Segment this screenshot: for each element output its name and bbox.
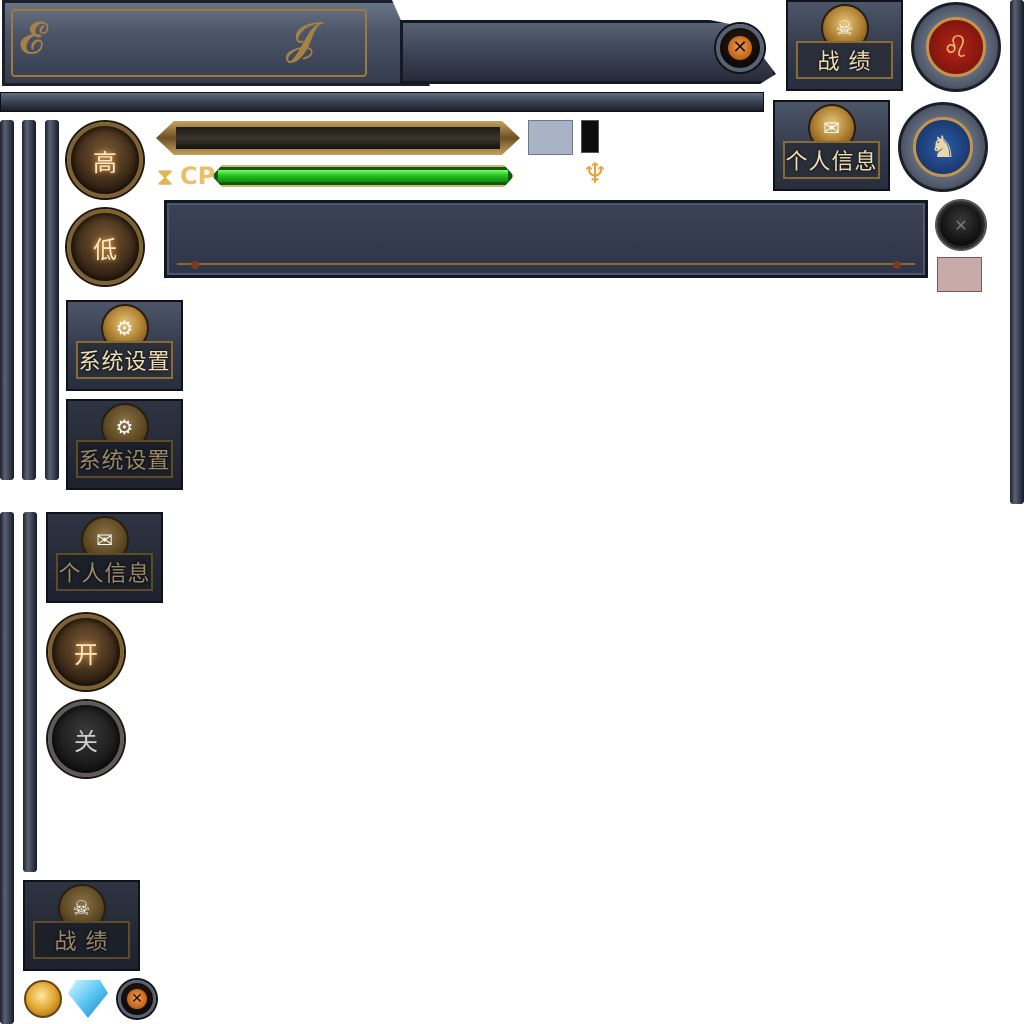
- ornate-bar-track: [176, 127, 500, 149]
- profile-label-disabled: 个人信息: [56, 553, 153, 591]
- low-label: 低: [93, 235, 117, 264]
- close-button-disabled[interactable]: ✕: [937, 201, 985, 249]
- profile-label: 个人信息: [783, 141, 880, 179]
- battle-record-label: 战 绩: [796, 41, 893, 79]
- close-icon: ✕: [127, 989, 147, 1009]
- panel-stud-left: [191, 261, 199, 269]
- ornament-left: 𝓔: [19, 13, 45, 64]
- panel-gold-trim: [177, 263, 915, 265]
- left-rail-lower-1: [0, 512, 14, 1024]
- profile-button-disabled[interactable]: ✉ 个人信息: [46, 512, 163, 603]
- close-icon: ✕: [727, 35, 753, 61]
- title-bar: 𝓔 𝓙: [2, 0, 430, 86]
- cp-bar: [212, 165, 514, 187]
- wide-frame-panel: [164, 200, 928, 278]
- battle-record-button[interactable]: ☠ 战 绩: [786, 0, 903, 91]
- on-label: 开: [74, 640, 98, 669]
- lion-emblem-icon: ♌: [926, 17, 986, 77]
- left-rail-lower-2: [23, 512, 37, 872]
- profile-button[interactable]: ✉ 个人信息: [773, 100, 890, 191]
- hourglass-icon: ⧗: [156, 163, 174, 191]
- low-quality-button[interactable]: 低: [67, 209, 143, 285]
- right-rail: [1010, 0, 1024, 504]
- dragon-emblem[interactable]: ♞: [898, 102, 988, 192]
- high-quality-button[interactable]: 高: [67, 122, 143, 198]
- swatch-blue-grey: [528, 120, 573, 155]
- diamond-icon: [68, 980, 108, 1018]
- on-button[interactable]: 开: [48, 614, 124, 690]
- panel-stud-right: [893, 261, 901, 269]
- ornament-right: 𝓙: [285, 13, 316, 64]
- left-rail-2: [22, 120, 36, 480]
- system-settings-button[interactable]: ⚙ 系统设置: [66, 300, 183, 391]
- close-button-small[interactable]: ✕: [118, 980, 156, 1018]
- cp-bar-fill: [218, 170, 508, 182]
- horizontal-rail-top: [0, 92, 764, 112]
- close-button[interactable]: ✕: [716, 24, 764, 72]
- trophy-icon: ♆: [582, 157, 608, 190]
- system-settings-label-disabled: 系统设置: [76, 440, 173, 478]
- off-label: 关: [74, 727, 98, 756]
- off-button[interactable]: 关: [48, 701, 124, 777]
- close-icon: ✕: [954, 215, 968, 235]
- cp-label: CP: [180, 162, 216, 190]
- high-label: 高: [93, 148, 117, 177]
- system-settings-button-disabled[interactable]: ⚙ 系统设置: [66, 399, 183, 490]
- swatch-black: [581, 120, 599, 153]
- gold-coin-icon: [24, 980, 62, 1018]
- battle-record-button-disabled[interactable]: ☠ 战 绩: [23, 880, 140, 971]
- battle-record-label-disabled: 战 绩: [33, 921, 130, 959]
- system-settings-label: 系统设置: [76, 341, 173, 379]
- swatch-rose: [937, 257, 982, 292]
- ornate-bar-frame: [156, 121, 520, 155]
- left-rail-1: [0, 120, 14, 480]
- lion-emblem[interactable]: ♌: [911, 2, 1001, 92]
- left-rail-3: [45, 120, 59, 480]
- dragon-emblem-icon: ♞: [913, 117, 973, 177]
